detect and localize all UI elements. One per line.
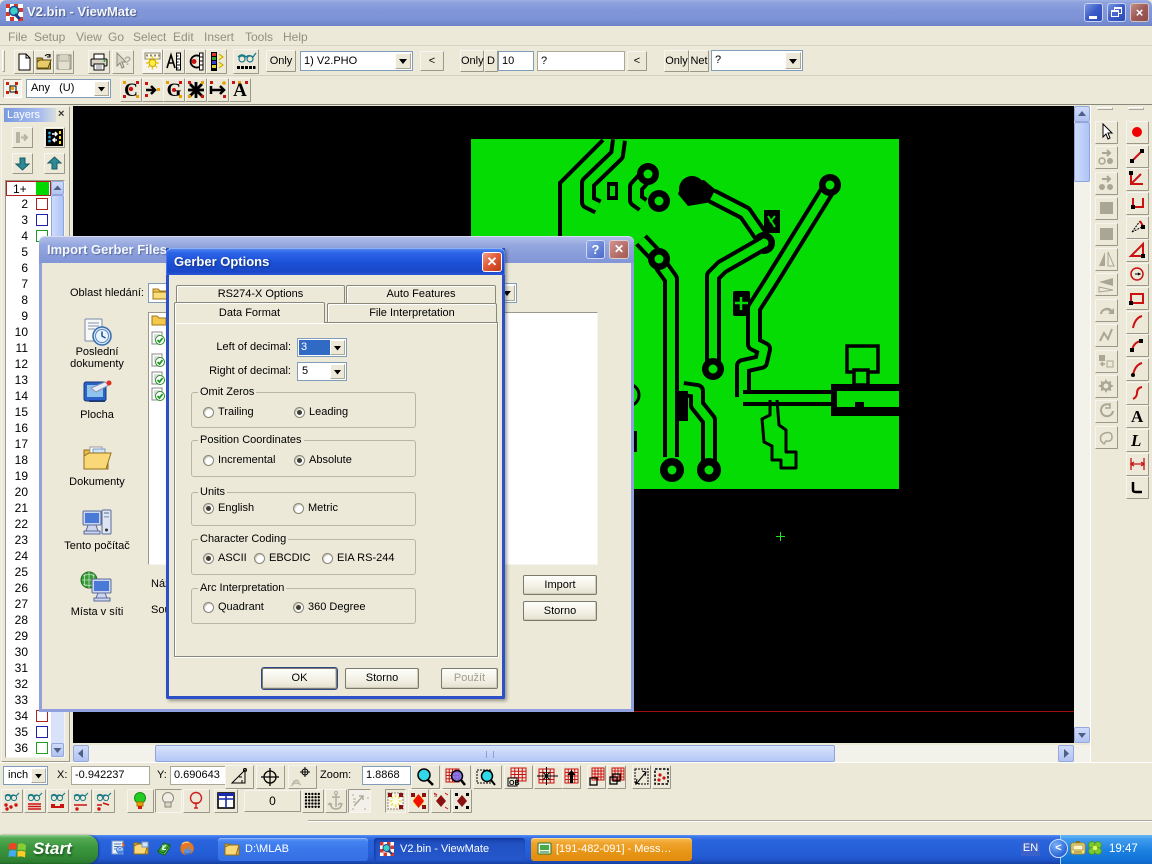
svg-text:L: L — [1130, 431, 1141, 450]
svg-text:L: L — [162, 845, 167, 852]
svg-text:?: ? — [124, 54, 131, 68]
svg-text:OB: OB — [509, 780, 520, 787]
svg-text:s: s — [434, 793, 437, 799]
svg-text:A: A — [233, 80, 247, 101]
svg-text:C: C — [124, 80, 138, 101]
svg-text:A: A — [1131, 407, 1144, 426]
svg-text:G: G — [167, 80, 182, 101]
